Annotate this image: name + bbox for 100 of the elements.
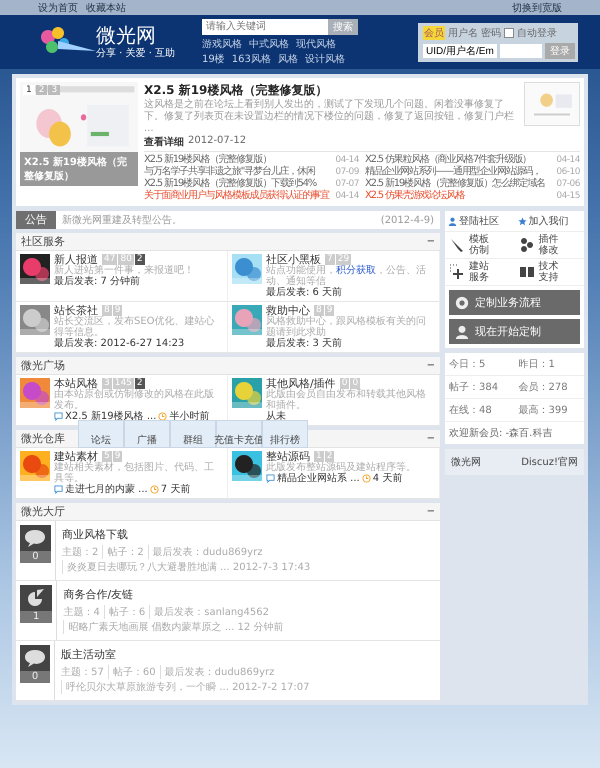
news-date: 04-14	[335, 190, 359, 202]
news-link[interactable]: 精品企业网站系列——通用型企业网站源码，	[365, 166, 542, 178]
menu-item[interactable]: 广播	[124, 420, 170, 448]
forum-title[interactable]: 其他风格/插件	[266, 378, 336, 389]
forum-description: 此版发布整站源码及建站程序等。	[266, 462, 416, 473]
password-field[interactable]	[500, 44, 542, 58]
aperture-icon	[455, 296, 469, 310]
last-thread-link[interactable]: X2.5 新19楼风格 ...	[65, 411, 156, 422]
forum-title[interactable]: 商业风格下载	[62, 527, 434, 542]
auto-login-checkbox[interactable]	[504, 28, 514, 38]
menu-item[interactable]: 排行榜	[262, 420, 308, 448]
news-date: 06-10	[556, 166, 580, 178]
news-link[interactable]: X2.5 新19楼风格（完整修复版）怎么绑定域名	[365, 178, 545, 190]
menu-item[interactable]: 群组	[170, 420, 216, 448]
forum-meta: 主题：2	[62, 546, 100, 559]
forum-meta: 最后发表：sanlang4562	[149, 605, 273, 619]
last-post-time: 半小时前	[169, 411, 210, 422]
news-link[interactable]: X2.5 仿果壳游戏论坛风格	[365, 190, 464, 202]
collapse-toggle[interactable]: −	[426, 433, 435, 444]
forum-title[interactable]: 本站风格	[54, 378, 98, 389]
last-thread-link[interactable]: 精品企业网站系 ...	[277, 473, 360, 484]
plus-icon	[449, 264, 465, 280]
service-link[interactable]: 模板仿制	[445, 232, 514, 259]
quick-link[interactable]: 登陆社区	[445, 211, 514, 231]
last-thread-link[interactable]: 走进七月的内蒙 ...	[65, 484, 148, 495]
forum-description: 风格救助中心，跟风格模板有关的问题请到此求助	[266, 316, 427, 338]
collapse-toggle[interactable]: −	[426, 236, 435, 247]
news-link[interactable]: X2.5 仿果粒风格（商业风格7件套升级版）	[365, 154, 531, 166]
section-title[interactable]: 微光仓库	[21, 431, 65, 446]
forum-description: 建站相关素材，包括图片、代码、工具等。	[54, 462, 215, 484]
notice-date: (2012-4-9)	[380, 214, 434, 226]
last-post-info: 最后发表: 6 天前	[266, 287, 344, 298]
forum-title[interactable]: 新人报道	[54, 254, 98, 265]
points-link[interactable]: 积分获取	[336, 265, 376, 276]
service-link[interactable]: 建站服务	[445, 259, 514, 286]
hot-tag[interactable]: 中式风格	[249, 36, 289, 50]
stat-item: 在线：48	[445, 399, 514, 422]
chat-icon	[54, 485, 63, 494]
friend-link[interactable]: 微光网	[451, 455, 481, 469]
forum-title[interactable]: 整站源码	[266, 451, 310, 462]
forum-title[interactable]: 救助中心	[266, 305, 310, 316]
new-count-badge: 2	[134, 254, 145, 265]
search-field[interactable]: 请输入关键词	[202, 18, 328, 34]
news-link[interactable]: X2.5 新19楼风格（完整修复版）	[144, 154, 272, 166]
quick-link[interactable]: 加入我们	[514, 211, 584, 231]
forum-meta: 炎炎夏日去哪玩？八大避暑胜地满 ... 2012-7-3 17:43	[62, 560, 314, 574]
last-post-info: 最后发表: 7 分钟前	[54, 276, 142, 287]
forum-title[interactable]: 社区小黑板	[266, 254, 321, 265]
custom-service-button[interactable]: 现在开始定制	[449, 319, 580, 344]
news-date: 04-15	[556, 190, 580, 202]
username-field[interactable]: UID/用户名/Em	[423, 44, 497, 58]
forum-title[interactable]: 站长茶社	[54, 305, 98, 316]
hot-tag[interactable]: 现代风格	[296, 36, 336, 50]
forum-meta: 主题：57	[61, 666, 105, 679]
top-link[interactable]: 设为首页	[38, 0, 78, 14]
forum-description: 站点功能使用，积分获取，公告、活动、通知等信	[266, 265, 427, 287]
chat-icon	[266, 474, 275, 483]
hot-tag[interactable]: 游戏风格	[202, 36, 242, 50]
user-icon	[448, 216, 457, 226]
top-link[interactable]: 切换到宽版	[512, 0, 562, 14]
news-link[interactable]: 与万名学子共享非遗之旅"寻梦台儿庄，休闲	[144, 166, 315, 178]
service-link[interactable]: 技术支持	[514, 259, 584, 286]
slide-page-tab[interactable]: 1	[23, 85, 35, 95]
username-label: 用户名	[448, 26, 478, 40]
star-icon	[518, 216, 526, 226]
menu-item[interactable]: 论坛	[78, 420, 124, 448]
forum-title[interactable]: 版主活动室	[61, 647, 434, 662]
headline-date: 2012-07-12	[188, 135, 246, 148]
password-label: 密码	[481, 26, 501, 40]
member-badge: 会员	[423, 26, 445, 40]
forum-description: 新人进站第一件事，来报道吧！	[54, 265, 194, 276]
headline-title[interactable]: X2.5 新19楼风格（完整修复版）	[144, 82, 518, 99]
hot-tag[interactable]: 风格	[278, 52, 298, 66]
news-date: 04-14	[556, 154, 580, 166]
collapse-toggle[interactable]: −	[426, 506, 435, 517]
speech-bubble-icon	[24, 649, 46, 667]
custom-service-button[interactable]: 定制业务流程	[449, 290, 580, 315]
stat-item: 最高：399	[514, 399, 584, 422]
section-title[interactable]: 微光大厅	[21, 504, 65, 519]
forum-title[interactable]: 商务合作/友链	[63, 587, 434, 602]
forum-meta: 帖子：6	[104, 605, 150, 619]
hot-tag[interactable]: 163风格	[232, 52, 271, 66]
top-link[interactable]: 收藏本站	[86, 0, 126, 14]
hot-tag[interactable]: 19楼	[202, 52, 225, 66]
forum-title[interactable]: 建站素材	[54, 451, 98, 462]
forum-meta: 昭略广素天地画展 倡数内蒙草原之 ... 12 分钟前	[63, 620, 288, 634]
service-link[interactable]: 插件修改	[514, 232, 584, 259]
friend-link[interactable]: Discuz!官网	[521, 455, 578, 469]
section-title[interactable]: 社区服务	[21, 234, 65, 249]
details-link[interactable]: 查看详细	[144, 135, 184, 149]
headline-summary: 这风格是之前在论坛上看到别人发出的，测试了下发现几个问题。闲着没事修复了下。修复了列表页在未设置边栏的情况下楼位的问题，修复了返回按钮，修复门户栏 ...	[144, 99, 515, 135]
forum-description: 由本站原创或仿制修改的风格在此版发布。	[54, 389, 215, 411]
collapse-toggle[interactable]: −	[426, 360, 435, 371]
new-post-count: 0	[20, 671, 50, 683]
new-count-badge: 2	[134, 378, 145, 389]
welcome-text: 欢迎新会员: -森百.科吉	[448, 426, 554, 441]
section-title[interactable]: 微光广场	[21, 358, 65, 373]
news-link[interactable]: 关于面商业用户与风格模板成员获得认证的事宜	[144, 190, 329, 202]
news-link[interactable]: X2.5 新19楼风格（完整修复版）下载到54%	[144, 178, 316, 190]
hot-tag[interactable]: 设计风格	[304, 52, 345, 66]
